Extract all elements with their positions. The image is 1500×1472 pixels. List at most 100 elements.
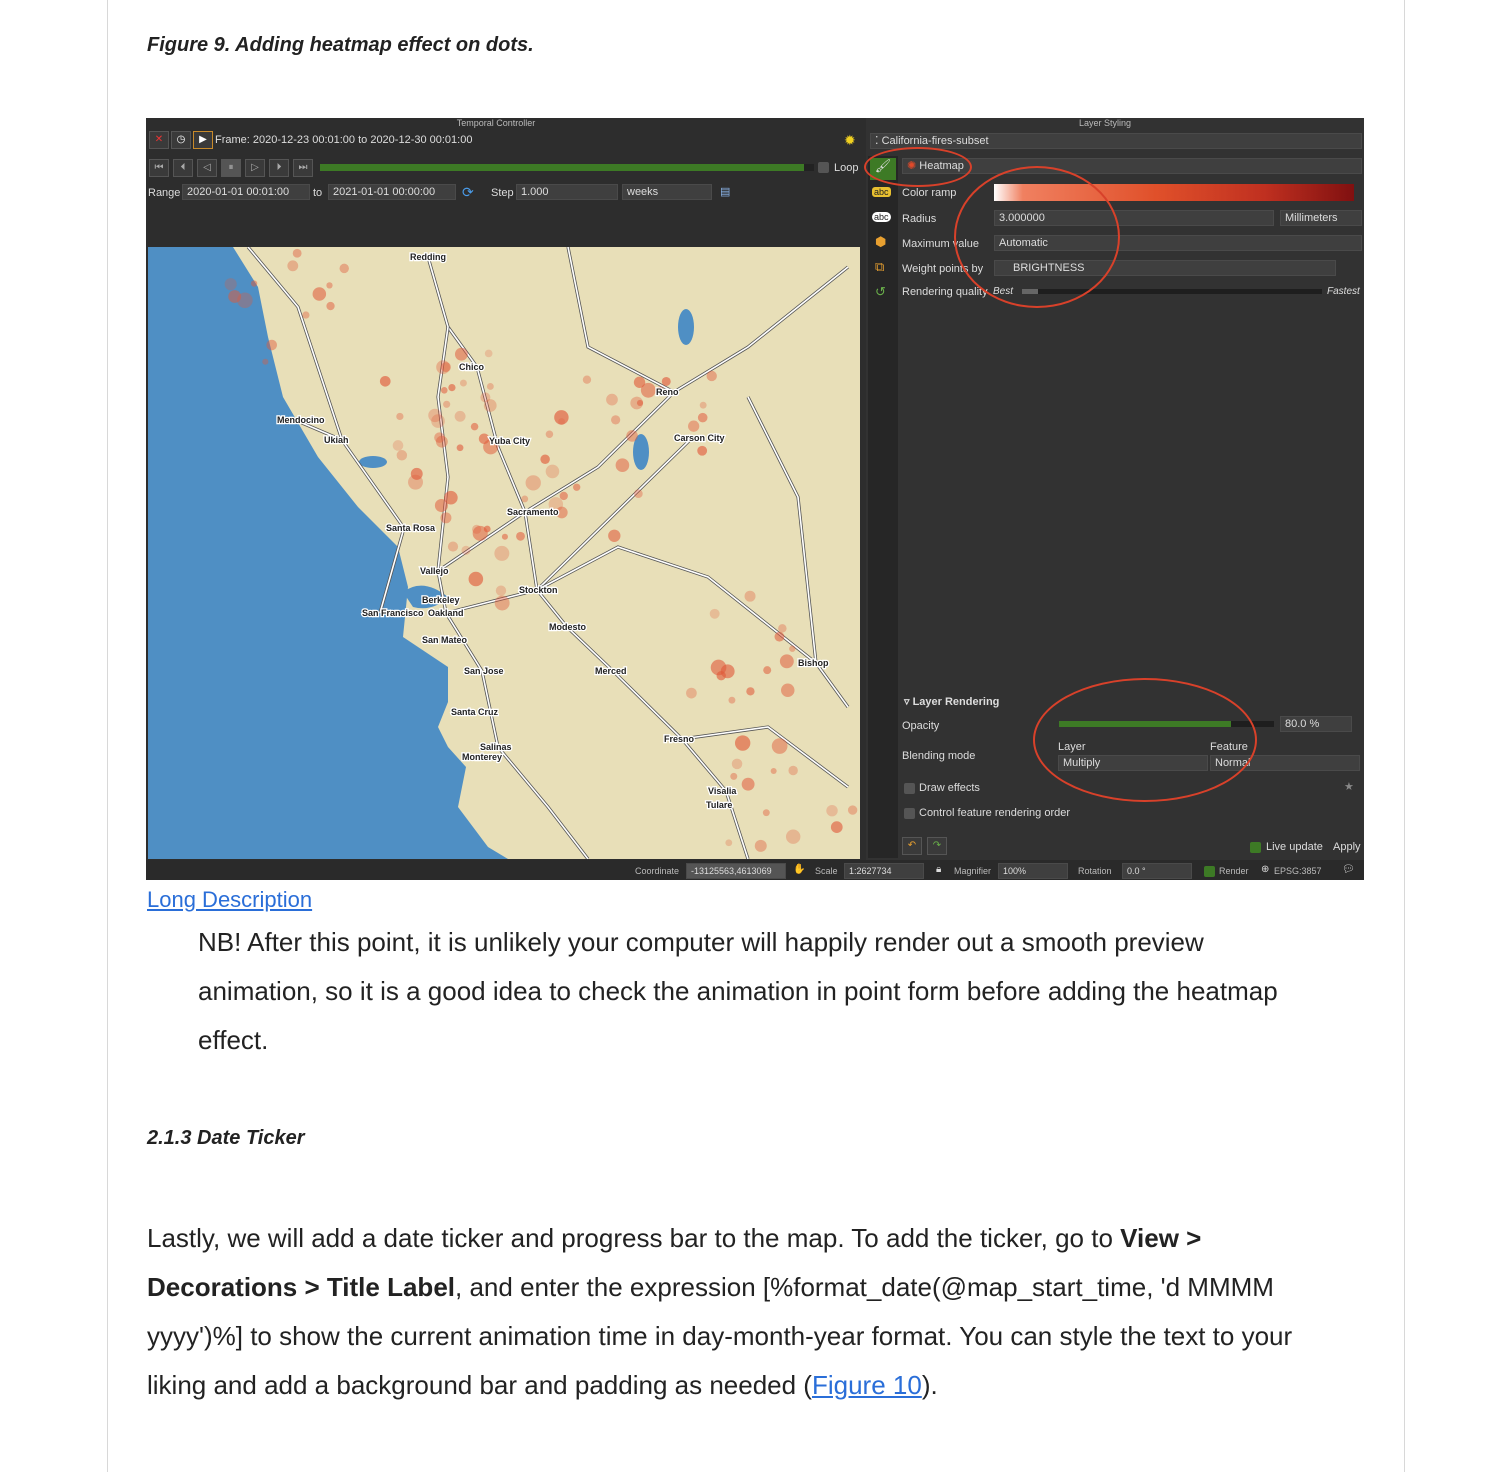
figure-caption: Figure 9. Adding heatmap effect on dots.: [147, 34, 534, 56]
globe-icon[interactable]: ⊕: [1261, 864, 1269, 875]
refresh-icon[interactable]: ⟳: [462, 184, 474, 201]
heatmap-point: [468, 571, 484, 587]
timeline-slider[interactable]: [320, 164, 814, 171]
magnifier-input[interactable]: 100%: [998, 863, 1068, 879]
heatmap-point: [292, 248, 302, 258]
heatmap-point: [262, 358, 269, 365]
layer-rendering-header[interactable]: ▿ Layer Rendering: [904, 695, 999, 708]
annotation-circle-renderer: [864, 147, 972, 187]
rotation-input[interactable]: 0.0 °: [1122, 863, 1192, 879]
draw-effects-checkbox[interactable]: [904, 783, 915, 794]
render-checkbox[interactable]: [1204, 866, 1215, 877]
heatmap-point: [746, 687, 755, 696]
coordinate-label: Coordinate: [635, 866, 680, 876]
lock-icon[interactable]: 🔒︎: [936, 864, 941, 875]
figure-10-link[interactable]: Figure 10: [812, 1370, 922, 1400]
heatmap-point: [339, 263, 349, 274]
map-canvas[interactable]: Redding Chico Mendocino Ukiah Yuba City Reno C…: [148, 247, 860, 859]
city-label: Chico: [459, 362, 485, 372]
heatmap-point: [444, 490, 458, 505]
heatmap-point: [788, 765, 798, 776]
undo-icon[interactable]: ↶: [902, 837, 922, 855]
coordinate-input[interactable]: -13125563,4613069: [686, 863, 786, 879]
live-update-checkbox[interactable]: [1250, 842, 1261, 853]
export-icon[interactable]: ▤: [720, 185, 730, 198]
step-unit-select[interactable]: weeks: [622, 184, 712, 200]
diagrams-tab-icon[interactable]: ⧉: [875, 259, 884, 275]
heatmap-point: [789, 645, 796, 652]
city-label: Fresno: [664, 734, 695, 744]
heatmap-point: [456, 444, 464, 452]
heatmap-point: [521, 495, 529, 503]
range-end-input[interactable]: 2021-01-01 00:00:00: [328, 184, 456, 200]
heatmap-point: [435, 435, 448, 448]
heatmap-point: [770, 768, 777, 775]
heatmap-point: [525, 475, 541, 491]
annotation-circle-settings: [954, 166, 1120, 308]
heatmap-point: [661, 376, 671, 386]
heatmap-point: [287, 260, 299, 272]
loop-label: Loop: [834, 162, 859, 174]
temporal-controller-title: Temporal Controller: [456, 118, 536, 128]
step-back-icon[interactable]: ⏴: [173, 159, 193, 177]
ocean: [148, 247, 508, 859]
masks-tab-icon[interactable]: abc: [872, 212, 891, 222]
step-forward-icon[interactable]: ⏵: [269, 159, 289, 177]
heatmap-point: [762, 809, 770, 817]
skip-end-icon[interactable]: ⏭: [293, 159, 313, 177]
draw-effects-label: Draw effects: [919, 782, 980, 794]
messages-icon[interactable]: 💬︎: [1342, 864, 1355, 875]
heatmap-point: [706, 370, 717, 382]
play-back-icon[interactable]: ◁: [197, 159, 217, 177]
animated-nav-icon[interactable]: ▶: [193, 131, 213, 149]
to-label: to: [313, 187, 323, 199]
radius-unit-select[interactable]: Millimeters: [1280, 210, 1362, 226]
loop-checkbox[interactable]: [818, 162, 829, 173]
3d-view-tab-icon[interactable]: ⬢: [875, 234, 886, 250]
range-label: Range: [148, 187, 181, 199]
layer-select[interactable]: ⁚ California-fires-subset: [870, 133, 1362, 149]
heatmap-point: [501, 533, 508, 540]
settings-gear-icon[interactable]: ✹: [844, 132, 856, 149]
map-svg: Redding Chico Mendocino Ukiah Yuba City Reno C…: [148, 247, 858, 859]
heatmap-point: [454, 410, 466, 422]
clock-icon[interactable]: ◷: [171, 131, 191, 149]
disable-temporal-icon[interactable]: ✕: [149, 131, 169, 149]
city-label: Oakland: [428, 608, 464, 618]
crs-button[interactable]: EPSG:3857: [1274, 866, 1322, 876]
opacity-input[interactable]: 80.0 %: [1280, 716, 1352, 732]
heatmap-point: [396, 450, 408, 461]
rewind-start-icon[interactable]: ⏮: [149, 159, 169, 177]
heatmap-point: [436, 360, 450, 375]
control-order-checkbox[interactable]: [904, 808, 915, 819]
heatmap-point: [730, 772, 738, 780]
pause-icon[interactable]: ⏸: [221, 159, 241, 177]
annotation-circle-rendering: [1033, 678, 1257, 802]
step-input[interactable]: 1.000: [516, 184, 618, 200]
heatmap-point: [686, 687, 697, 699]
history-tab-icon[interactable]: ↺: [875, 284, 886, 300]
city-label: Vallejo: [420, 566, 449, 576]
city-label: Carson City: [674, 433, 725, 443]
play-icon[interactable]: ▷: [245, 159, 265, 177]
heatmap-point: [763, 666, 772, 675]
pan-icon[interactable]: ✋: [793, 864, 805, 875]
apply-button[interactable]: Apply: [1333, 841, 1361, 853]
labels-tab-icon[interactable]: abc: [872, 187, 891, 197]
para-text: ).: [921, 1370, 938, 1400]
heatmap-point: [728, 696, 736, 704]
heatmap-point: [781, 683, 795, 697]
city-label: Modesto: [549, 622, 587, 632]
redo-icon[interactable]: ↷: [927, 837, 947, 855]
range-start-input[interactable]: 2020-01-01 00:01:00: [182, 184, 310, 200]
heatmap-point: [250, 280, 258, 287]
scale-select[interactable]: 1:2627734: [844, 863, 924, 879]
star-icon[interactable]: ★: [1344, 780, 1354, 793]
heatmap-point: [688, 420, 700, 432]
road: [524, 265, 849, 514]
fastest-label: Fastest: [1327, 286, 1360, 297]
long-description-link[interactable]: Long Description: [147, 887, 312, 913]
heatmap-point: [847, 805, 858, 815]
rotation-label: Rotation: [1078, 866, 1112, 876]
city-label: Tulare: [706, 800, 732, 810]
